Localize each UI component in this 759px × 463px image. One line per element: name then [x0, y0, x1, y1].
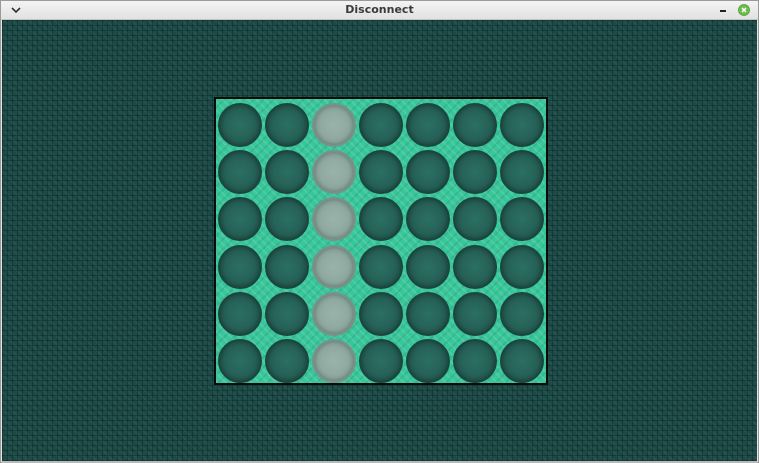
board-slot[interactable]	[264, 339, 309, 384]
board-slot[interactable]	[453, 150, 498, 194]
board-slot[interactable]	[217, 102, 262, 147]
board-slot[interactable]	[406, 339, 451, 384]
board-slot[interactable]	[453, 102, 498, 147]
board-slot[interactable]	[311, 292, 356, 336]
board-slot[interactable]	[311, 244, 356, 289]
board-slot[interactable]	[500, 102, 545, 147]
board-slot[interactable]	[359, 339, 403, 384]
board-slot[interactable]	[359, 102, 403, 147]
board-slot[interactable]	[264, 102, 309, 147]
board-slot[interactable]	[500, 150, 545, 194]
game-board[interactable]	[214, 97, 548, 385]
board-slot[interactable]	[406, 197, 451, 242]
close-icon[interactable]	[738, 4, 750, 16]
board-slot[interactable]	[264, 244, 309, 289]
board-slot[interactable]	[406, 150, 451, 194]
board-slot[interactable]	[406, 102, 451, 147]
board-slot[interactable]	[500, 244, 545, 289]
board-slot[interactable]	[217, 244, 262, 289]
app-window: Disconnect	[0, 0, 759, 463]
board-slot[interactable]	[453, 197, 498, 242]
board-slot[interactable]	[500, 339, 545, 384]
board-slot[interactable]	[311, 150, 356, 194]
board-slot[interactable]	[500, 292, 545, 336]
board-slot[interactable]	[406, 292, 451, 336]
title-bar: Disconnect	[1, 1, 758, 20]
window-title: Disconnect	[345, 3, 414, 16]
board-slot[interactable]	[217, 150, 262, 194]
board-slot[interactable]	[406, 244, 451, 289]
board-slot[interactable]	[311, 102, 356, 147]
board-slot[interactable]	[264, 292, 309, 336]
board-grid	[216, 99, 546, 384]
board-slot[interactable]	[453, 339, 498, 384]
board-slot[interactable]	[264, 197, 309, 242]
board-slot[interactable]	[359, 150, 403, 194]
board-slot[interactable]	[264, 150, 309, 194]
board-slot[interactable]	[359, 197, 403, 242]
board-slot[interactable]	[453, 292, 498, 336]
board-slot[interactable]	[311, 197, 356, 242]
minimize-icon[interactable]	[717, 3, 729, 17]
board-slot[interactable]	[453, 244, 498, 289]
board-slot[interactable]	[500, 197, 545, 242]
board-slot[interactable]	[311, 339, 356, 384]
board-slot[interactable]	[217, 292, 262, 336]
board-slot[interactable]	[359, 244, 403, 289]
board-slot[interactable]	[217, 339, 262, 384]
game-area	[2, 20, 757, 463]
board-slot[interactable]	[217, 197, 262, 242]
board-slot[interactable]	[359, 292, 403, 336]
